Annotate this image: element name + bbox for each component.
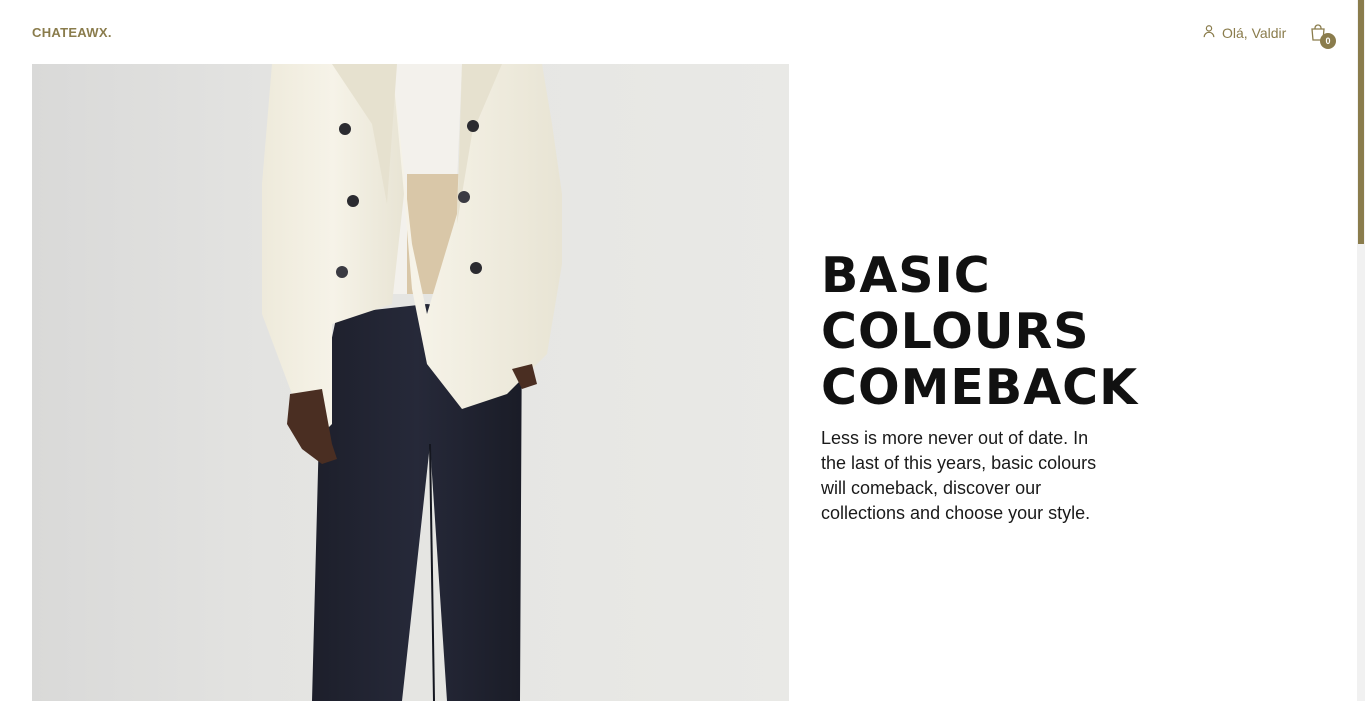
model-illustration — [262, 64, 562, 701]
brand-logo[interactable]: CHATEAWX. — [32, 25, 112, 40]
page-scrollbar[interactable] — [1357, 0, 1365, 701]
hero-description: Less is more never out of date. In the l… — [821, 428, 1097, 523]
hero-text-block: BASIC COLOURS COMEBACK Less is more neve… — [821, 248, 1181, 526]
hero-image — [32, 64, 789, 701]
site-header: CHATEAWX. Olá, Valdir 0 — [0, 0, 1357, 64]
hero-title-line-3: COMEBACK — [821, 359, 1139, 416]
cart-count-badge: 0 — [1320, 33, 1336, 49]
hero-title-line-1: BASIC — [821, 247, 991, 304]
user-account-link[interactable]: Olá, Valdir — [1202, 24, 1286, 41]
scrollbar-thumb[interactable] — [1358, 0, 1364, 244]
user-icon — [1202, 24, 1216, 41]
cart-button[interactable]: 0 — [1309, 22, 1337, 50]
hero-title-line-2: COLOURS — [821, 303, 1090, 360]
user-greeting: Olá, Valdir — [1222, 24, 1287, 41]
hero-title: BASIC COLOURS COMEBACK — [821, 248, 1181, 416]
